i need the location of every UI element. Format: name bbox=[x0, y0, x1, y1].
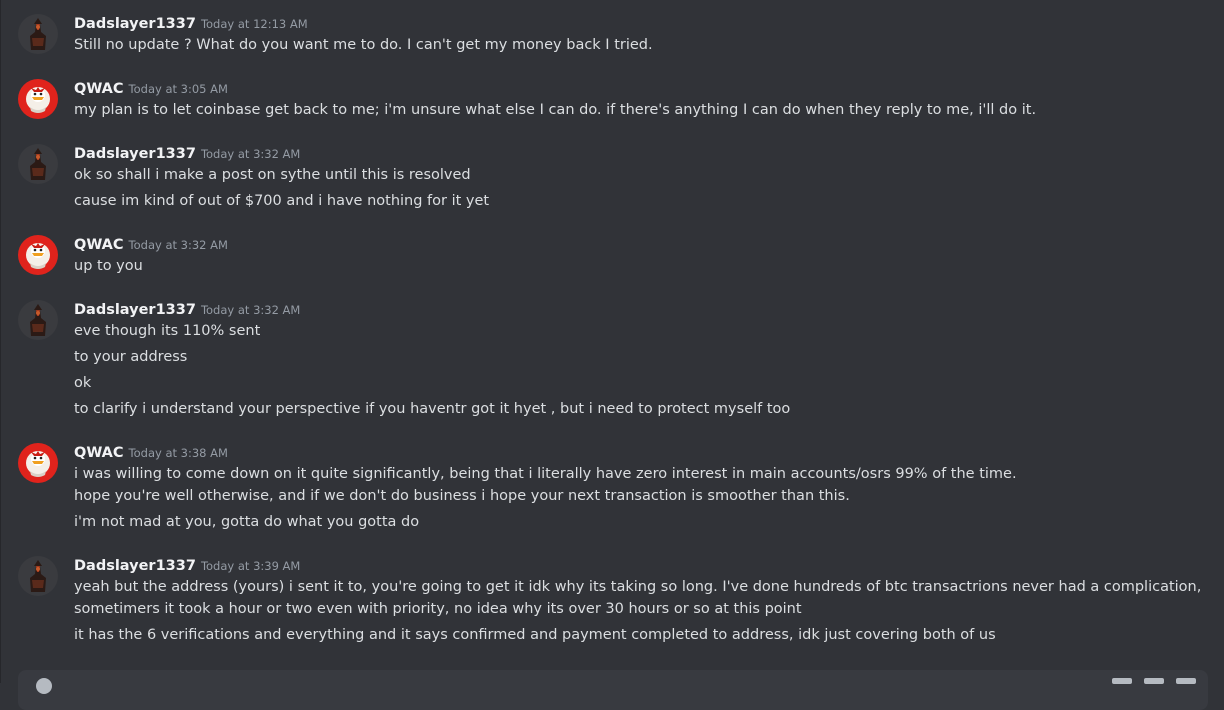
message-author[interactable]: Dadslayer1337 bbox=[74, 146, 196, 162]
message-timestamp: Today at 3:32 AM bbox=[200, 303, 301, 317]
message-line: eve though its 110% sent bbox=[74, 323, 261, 339]
duck-avatar[interactable] bbox=[18, 235, 58, 275]
message-author[interactable]: QWAC bbox=[74, 81, 124, 97]
left-edge-divider bbox=[0, 0, 1, 683]
add-attachment-icon[interactable] bbox=[36, 678, 52, 694]
duck-avatar[interactable] bbox=[18, 79, 58, 119]
sticker-icon[interactable] bbox=[1176, 678, 1196, 684]
message-line: i'm not mad at you, gotta do what you go… bbox=[74, 514, 420, 530]
message-author[interactable]: QWAC bbox=[74, 445, 124, 461]
warrior-avatar[interactable] bbox=[18, 144, 58, 184]
message-line: to clarify i understand your perspective… bbox=[74, 401, 791, 417]
message-timestamp: Today at 3:38 AM bbox=[128, 446, 228, 460]
message-composer[interactable] bbox=[18, 670, 1208, 710]
message-line: yeah but the address (yours) i sent it t… bbox=[74, 579, 1202, 617]
message-line: Still no update ? What do you want me to… bbox=[74, 37, 653, 53]
message-author[interactable]: Dadslayer1337 bbox=[74, 16, 196, 32]
message-timestamp: Today at 12:13 AM bbox=[200, 17, 308, 31]
message-line: hope you're well otherwise, and if we do… bbox=[74, 488, 850, 504]
message-timestamp: Today at 3:32 AM bbox=[128, 238, 228, 252]
chat-messages: Dadslayer1337 Today at 12:13 AM Still no … bbox=[0, 0, 1224, 710]
message-author[interactable]: QWAC bbox=[74, 237, 124, 253]
warrior-avatar[interactable] bbox=[18, 300, 58, 340]
warrior-avatar[interactable] bbox=[18, 14, 58, 54]
message-timestamp: Today at 3:39 AM bbox=[200, 559, 301, 573]
message-line: ok so shall i make a post on sythe until… bbox=[74, 167, 471, 183]
message-author[interactable]: Dadslayer1337 bbox=[74, 558, 196, 574]
message-line: up to you bbox=[74, 258, 143, 274]
message-author[interactable]: Dadslayer1337 bbox=[74, 302, 196, 318]
message-line: my plan is to let coinbase get back to m… bbox=[74, 102, 1037, 118]
message-timestamp: Today at 3:32 AM bbox=[200, 147, 301, 161]
message-timestamp: Today at 3:05 AM bbox=[128, 82, 228, 96]
message-line: i was willing to come down on it quite s… bbox=[74, 466, 1017, 482]
duck-avatar[interactable] bbox=[18, 443, 58, 483]
gif-icon[interactable] bbox=[1144, 678, 1164, 684]
message-line: to your address bbox=[74, 349, 188, 365]
warrior-avatar[interactable] bbox=[18, 556, 58, 596]
message-line: ok bbox=[74, 375, 92, 391]
message-line: it has the 6 verifications and everythin… bbox=[74, 627, 996, 643]
gift-icon[interactable] bbox=[1112, 678, 1132, 684]
message-line: cause im kind of out of $700 and i have … bbox=[74, 193, 490, 209]
